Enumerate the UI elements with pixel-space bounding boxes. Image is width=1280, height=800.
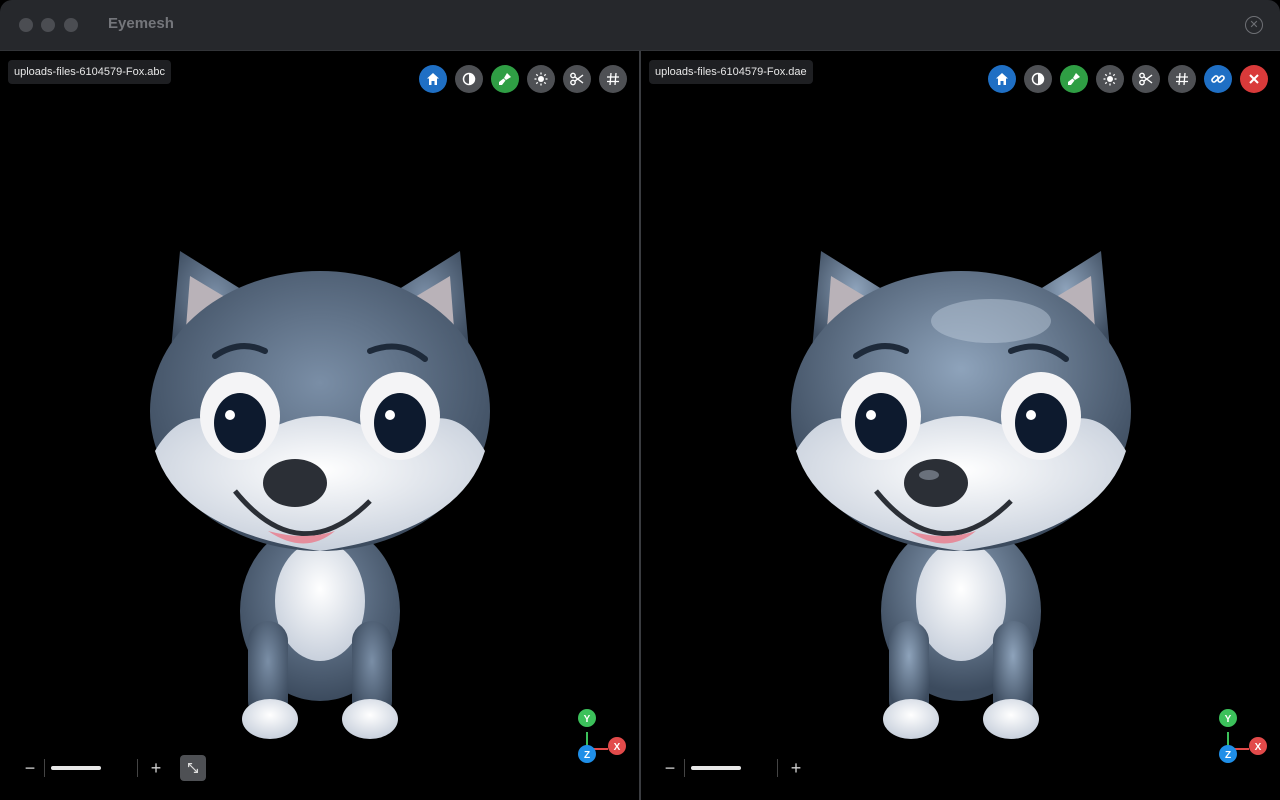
axis-y-label: Y — [584, 714, 591, 725]
axis-x-label: X — [614, 742, 621, 753]
zoom-out-button[interactable]: − — [16, 758, 44, 779]
file-name-label: uploads-files-6104579-Fox.dae — [649, 60, 813, 84]
scissors-icon[interactable] — [563, 65, 591, 93]
paint-brush-icon[interactable] — [491, 65, 519, 93]
window-zoom-control[interactable] — [64, 18, 78, 32]
grid-icon[interactable] — [599, 65, 627, 93]
close-icon[interactable] — [1240, 65, 1268, 93]
zoom-slider[interactable] — [689, 758, 773, 778]
scissors-icon[interactable] — [1132, 65, 1160, 93]
sun-icon[interactable] — [527, 65, 555, 93]
zoom-controls: − + — [16, 754, 206, 782]
divider — [684, 759, 685, 777]
home-icon[interactable] — [988, 65, 1016, 93]
paint-brush-icon[interactable] — [1060, 65, 1088, 93]
contrast-icon[interactable] — [1024, 65, 1052, 93]
zoom-slider-fill — [51, 766, 101, 770]
viewer-toolbar — [419, 65, 627, 93]
divider — [777, 759, 778, 777]
axis-z-label: Z — [1225, 750, 1231, 761]
viewport-left[interactable]: uploads-files-6104579-Fox.abc − + Y X Z — [0, 51, 639, 800]
divider — [137, 759, 138, 777]
fox-model-render — [791, 251, 1131, 739]
zoom-in-button[interactable]: + — [782, 758, 810, 779]
contrast-icon[interactable] — [455, 65, 483, 93]
app-window: Eyemesh ✕ uploads-files-6104579-Fox.abc — [0, 0, 1280, 800]
divider — [44, 759, 45, 777]
zoom-slider[interactable] — [49, 758, 133, 778]
axis-z-label: Z — [584, 750, 590, 761]
file-name-label: uploads-files-6104579-Fox.abc — [8, 60, 172, 84]
fox-model-render — [150, 251, 490, 739]
viewer-toolbar — [988, 65, 1268, 93]
window-minimize-control[interactable] — [41, 18, 55, 32]
axis-x-label: X — [1255, 742, 1262, 753]
window-close-control[interactable] — [19, 18, 33, 32]
close-circle-icon[interactable]: ✕ — [1245, 16, 1263, 34]
viewport-right[interactable]: uploads-files-6104579-Fox.dae − + Y X Z — [641, 51, 1280, 800]
axis-gizmo[interactable]: Y X Z — [570, 709, 630, 769]
link-icon[interactable] — [1204, 65, 1232, 93]
axis-y-label: Y — [1225, 714, 1232, 725]
grid-icon[interactable] — [1168, 65, 1196, 93]
app-title: Eyemesh — [108, 15, 174, 32]
zoom-in-button[interactable]: + — [142, 758, 170, 779]
title-bar: Eyemesh ✕ — [0, 0, 1280, 51]
zoom-controls: − + — [656, 754, 810, 782]
axis-gizmo[interactable]: Y X Z — [1211, 709, 1271, 769]
expand-icon[interactable] — [180, 755, 206, 781]
home-icon[interactable] — [419, 65, 447, 93]
sun-icon[interactable] — [1096, 65, 1124, 93]
zoom-slider-fill — [691, 766, 741, 770]
zoom-out-button[interactable]: − — [656, 758, 684, 779]
